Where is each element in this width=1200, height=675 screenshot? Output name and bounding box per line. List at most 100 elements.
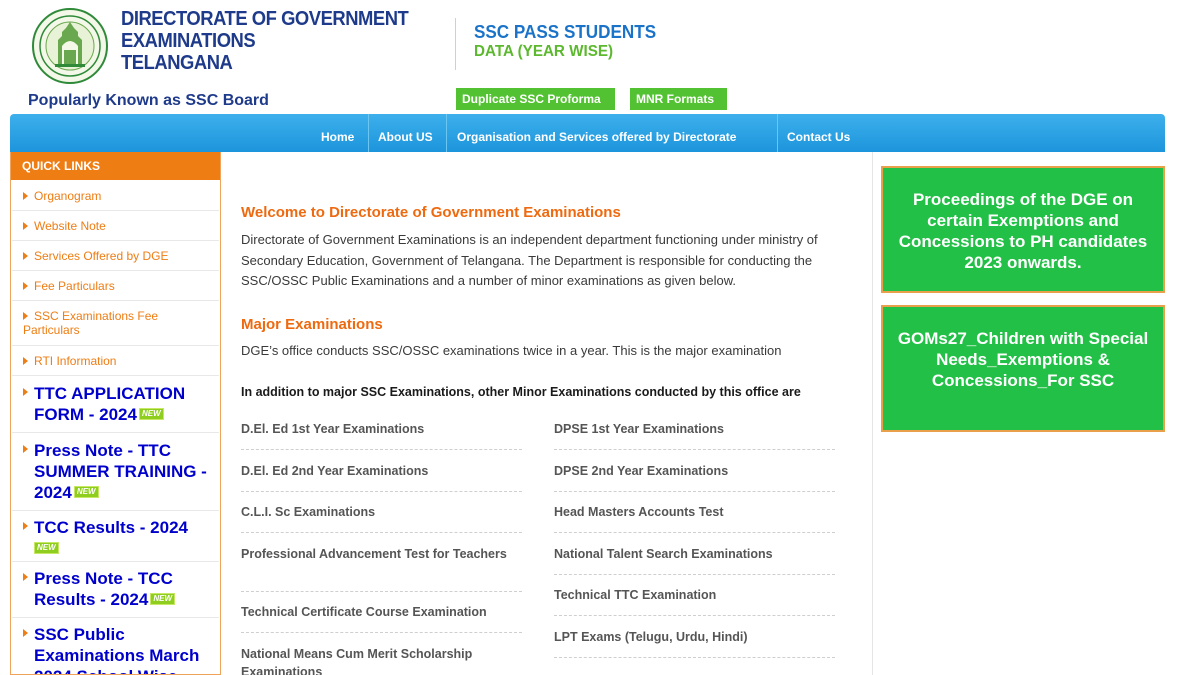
sidebar-item-rti-information[interactable]: RTI Information	[11, 354, 220, 368]
triangle-bullet-icon	[23, 311, 28, 320]
new-badge: NEW	[138, 407, 164, 420]
exam-divider	[554, 491, 835, 492]
triangle-bullet-icon	[23, 573, 28, 581]
sidebar-link-ttc-application[interactable]: TTC APPLICATION FORM - 2024 NEW	[23, 383, 220, 425]
sidebar-link-label: SSC Public Examinations March 2024 Schoo…	[34, 625, 200, 674]
org-name: DIRECTORATE OF GOVERNMENT EXAMINATIONS T…	[121, 8, 409, 74]
goms27-notice-text: GOMs27_Children with Special Needs_Exemp…	[897, 329, 1149, 390]
new-badge: NEW	[150, 592, 176, 605]
triangle-bullet-icon	[23, 388, 28, 396]
triangle-bullet-icon	[23, 251, 28, 260]
exam-divider	[554, 449, 835, 450]
main-navbar: Home About US Organisation and Services …	[10, 114, 1165, 152]
telangana-emblem-icon[interactable]	[31, 6, 109, 88]
new-badge: NEW	[34, 541, 59, 554]
sidebar-item-fee-particulars[interactable]: Fee Particulars	[11, 279, 220, 293]
sidebar-item-label: Services Offered by DGE	[34, 249, 169, 263]
exam-divider	[554, 574, 835, 575]
sidebar-link-ssc-public-exams[interactable]: SSC Public Examinations March 2024 Schoo…	[23, 624, 220, 674]
minor-exams-heading: In addition to major SSC Examinations, o…	[241, 385, 801, 399]
exam-link-dpse-2nd[interactable]: DPSE 2nd Year Examinations	[554, 462, 834, 480]
quick-links-sidebar: QUICK LINKS Organogram Website Note Serv…	[10, 152, 221, 675]
ssc-pass-students-link[interactable]: SSC PASS STUDENTS	[474, 22, 656, 42]
sidebar-link-ttc-summer-training[interactable]: Press Note - TTC SUMMER TRAINING - 2024 N…	[23, 440, 220, 503]
sidebar-divider	[12, 375, 219, 376]
goms27-notice[interactable]: GOMs27_Children with Special Needs_Exemp…	[881, 305, 1165, 432]
sidebar-link-tcc-results[interactable]: TCC Results - 2024 NEW	[23, 517, 220, 559]
org-name-line3: TELANGANA	[121, 52, 233, 74]
mnr-formats-button[interactable]: MNR Formats	[630, 88, 727, 110]
welcome-title: Welcome to Directorate of Government Exa…	[241, 204, 621, 221]
sidebar-item-services-offered[interactable]: Services Offered by DGE	[11, 249, 220, 263]
major-exams-text: DGE’s office conducts SSC/OSSC examinati…	[241, 343, 782, 358]
exam-divider	[241, 591, 522, 592]
sidebar-item-label: RTI Information	[34, 354, 117, 368]
sidebar-link-label: TCC Results - 2024	[34, 518, 188, 537]
sidebar-item-website-note[interactable]: Website Note	[11, 219, 220, 233]
sidebar-item-label: SSC Examinations Fee Particulars	[23, 309, 159, 337]
exam-divider	[241, 532, 522, 533]
quick-links-title: QUICK LINKS	[11, 152, 220, 180]
nav-about-us[interactable]: About US	[378, 114, 433, 152]
nav-separator	[446, 114, 447, 152]
sidebar-item-label: Website Note	[34, 219, 106, 233]
exam-link-technical-certificate[interactable]: Technical Certificate Course Examination	[241, 603, 521, 621]
sidebar-item-label: Fee Particulars	[34, 279, 115, 293]
nav-separator	[777, 114, 778, 152]
welcome-text: Directorate of Government Examinations i…	[241, 232, 818, 288]
triangle-bullet-icon	[23, 191, 28, 200]
nav-contact-us[interactable]: Contact Us	[787, 114, 850, 152]
nav-organisation-services[interactable]: Organisation and Services offered by Dir…	[457, 114, 736, 152]
triangle-bullet-icon	[23, 281, 28, 290]
ph-concessions-notice-text: Proceedings of the DGE on certain Exempt…	[898, 190, 1148, 272]
exam-link-professional-advancement[interactable]: Professional Advancement Test for Teache…	[241, 545, 521, 563]
nav-home[interactable]: Home	[321, 114, 354, 152]
sidebar-divider	[12, 300, 219, 301]
major-exams-title: Major Examinations	[241, 316, 383, 333]
sidebar-item-ssc-fee-particulars[interactable]: SSC Examinations Fee Particulars	[11, 309, 191, 337]
sidebar-divider	[12, 270, 219, 271]
exam-link-dpse-1st[interactable]: DPSE 1st Year Examinations	[554, 420, 834, 438]
duplicate-ssc-proforma-button[interactable]: Duplicate SSC Proforma	[456, 88, 615, 110]
ph-concessions-notice[interactable]: Proceedings of the DGE on certain Exempt…	[881, 166, 1165, 293]
sidebar-divider	[12, 561, 219, 562]
sidebar-divider	[12, 432, 219, 433]
exam-divider	[554, 532, 835, 533]
triangle-bullet-icon	[23, 522, 28, 530]
exam-divider	[241, 449, 522, 450]
new-badge: NEW	[73, 485, 99, 498]
nav-separator	[368, 114, 369, 152]
exam-divider	[241, 491, 522, 492]
sidebar-divider	[12, 510, 219, 511]
sidebar-divider	[12, 617, 219, 618]
sidebar-divider	[12, 240, 219, 241]
header-divider	[455, 18, 456, 70]
org-name-line2: EXAMINATIONS	[121, 30, 256, 52]
exam-link-nmms[interactable]: National Means Cum Merit Scholarship Exa…	[241, 645, 521, 675]
exam-link-technical-ttc[interactable]: Technical TTC Examination	[554, 586, 834, 604]
triangle-bullet-icon	[23, 445, 28, 453]
exam-link-del-ed-1st[interactable]: D.El. Ed 1st Year Examinations	[241, 420, 521, 438]
tagline: Popularly Known as SSC Board	[28, 92, 269, 109]
triangle-bullet-icon	[23, 221, 28, 230]
triangle-bullet-icon	[23, 356, 28, 365]
sidebar-item-label: Organogram	[34, 189, 102, 203]
sidebar-link-tcc-press-note[interactable]: Press Note - TCC Results - 2024 NEW	[23, 568, 220, 610]
org-name-line1: DIRECTORATE OF GOVERNMENT	[121, 8, 409, 30]
content-divider	[872, 152, 873, 675]
exam-link-del-ed-2nd[interactable]: D.El. Ed 2nd Year Examinations	[241, 462, 521, 480]
sidebar-divider	[12, 345, 219, 346]
exam-divider	[554, 657, 835, 658]
exam-link-ntse[interactable]: National Talent Search Examinations	[554, 545, 834, 563]
sidebar-divider	[12, 210, 219, 211]
ssc-pass-students-subtitle[interactable]: DATA (YEAR WISE)	[474, 42, 613, 62]
exam-link-lpt[interactable]: LPT Exams (Telugu, Urdu, Hindi)	[554, 628, 834, 646]
exam-divider	[241, 632, 522, 633]
exam-divider	[554, 615, 835, 616]
exam-link-cli-sc[interactable]: C.L.I. Sc Examinations	[241, 503, 521, 521]
exam-link-head-masters-accounts[interactable]: Head Masters Accounts Test	[554, 503, 834, 521]
sidebar-item-organogram[interactable]: Organogram	[11, 189, 220, 203]
page: DIRECTORATE OF GOVERNMENT EXAMINATIONS T…	[0, 0, 1200, 675]
triangle-bullet-icon	[23, 629, 28, 637]
sidebar-link-label: Press Note - TTC SUMMER TRAINING - 2024	[34, 441, 207, 502]
